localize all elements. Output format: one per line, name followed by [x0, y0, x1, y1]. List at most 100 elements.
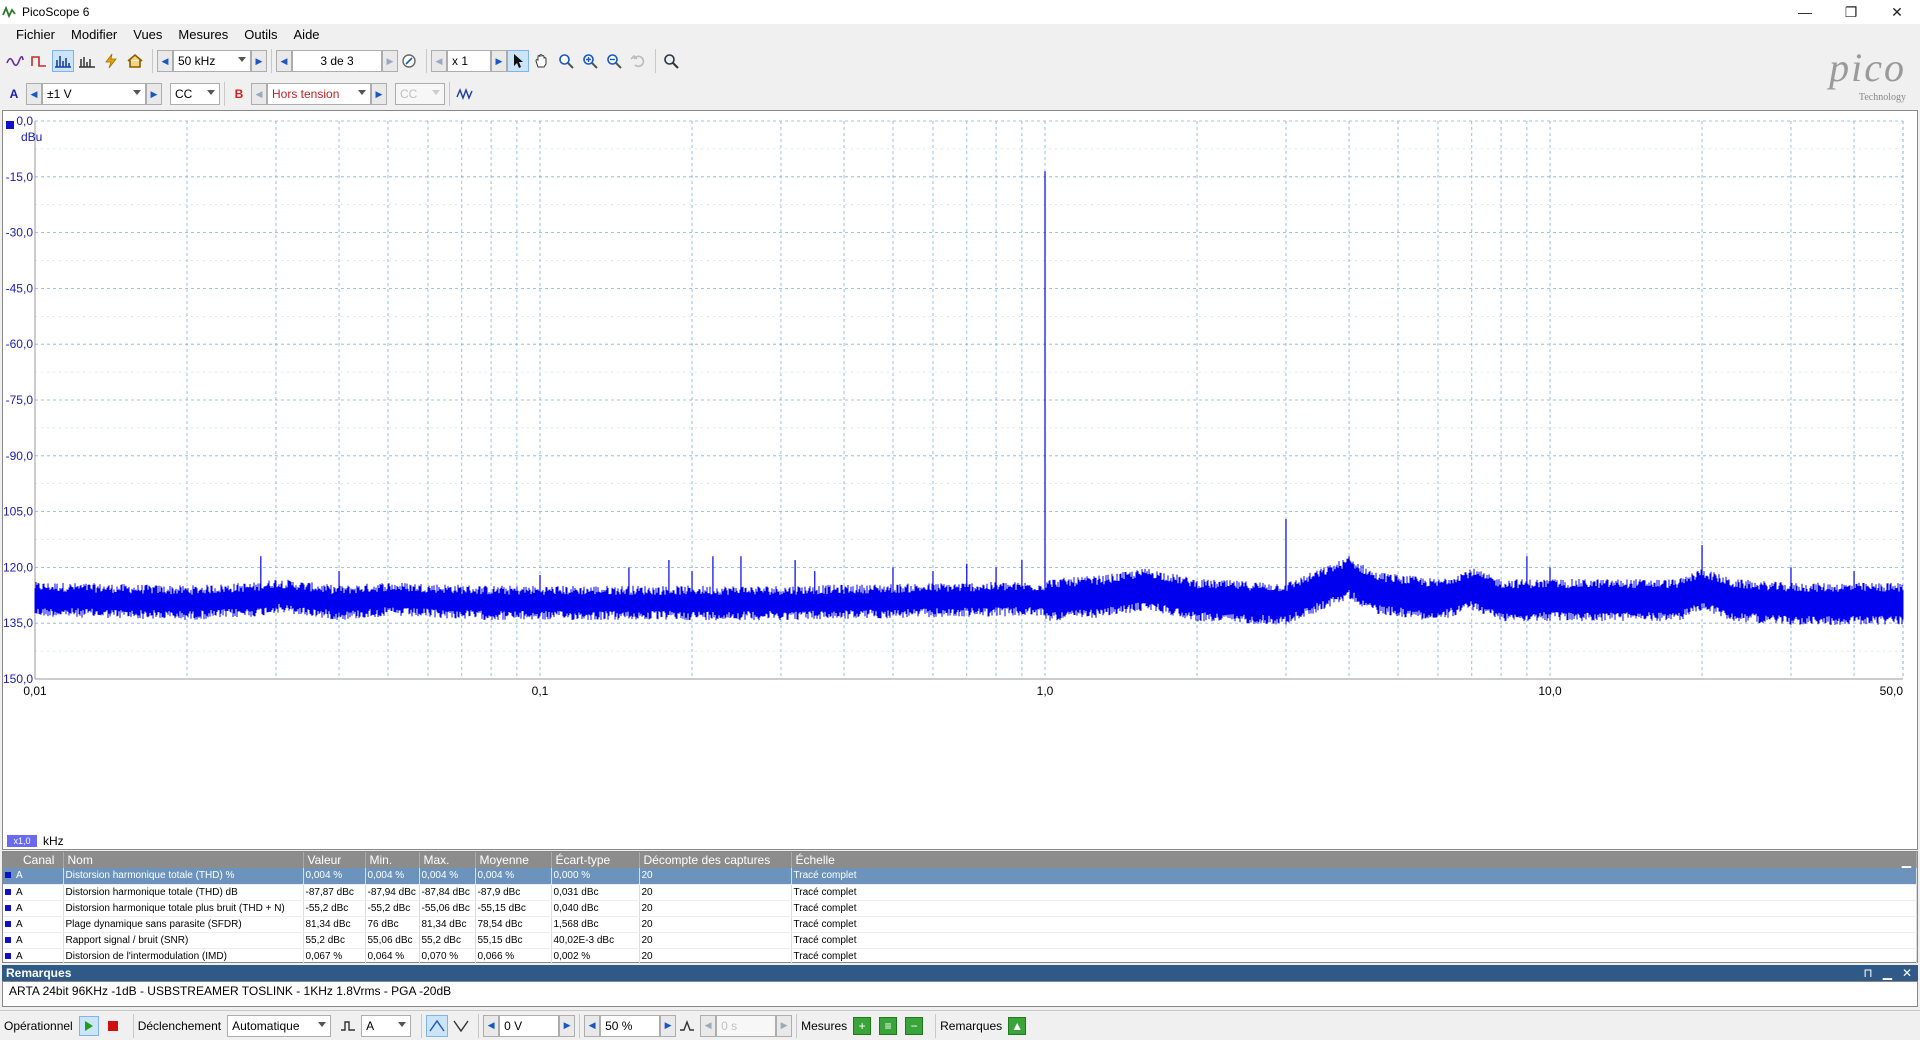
pointer-tool-icon[interactable] [507, 50, 529, 72]
zoom-overview-icon[interactable] [660, 50, 682, 72]
channel-b-range-prev-button[interactable]: ◀ [251, 83, 267, 105]
measures-label: Mesures [801, 1018, 848, 1033]
col-header-min[interactable]: Min. [365, 852, 420, 868]
close-button[interactable]: ✕ [1874, 0, 1920, 24]
falling-edge-icon[interactable] [450, 1015, 472, 1037]
col-header-moyenne[interactable]: Moyenne [475, 852, 552, 868]
table-cell: -55,2 dBc [365, 900, 420, 917]
table-cell: Plage dynamique sans parasite (SFDR) [63, 916, 304, 933]
channel-options-icon[interactable] [454, 83, 476, 105]
zoom-next-button[interactable]: ▶ [491, 50, 507, 72]
delay-next-button[interactable]: ▶ [776, 1014, 793, 1037]
buffer-navigator-icon[interactable] [398, 50, 420, 72]
undo-zoom-icon[interactable] [627, 50, 649, 72]
toolbar-separator [271, 49, 272, 73]
table-row[interactable]: A Plage dynamique sans parasite (SFDR) 81,… [3, 916, 1917, 933]
table-cell: A [3, 916, 64, 933]
col-header-decompte[interactable]: Décompte des captures [639, 852, 792, 868]
restore-button[interactable]: ❐ [1828, 0, 1874, 24]
trigger-mode-select[interactable]: Automatique [227, 1014, 332, 1037]
col-header-ecart-type[interactable]: Écart-type [551, 852, 640, 868]
stop-button[interactable] [103, 1016, 123, 1036]
measurements-table[interactable]: Canal Nom Valeur Min. Max. Moyenne Écart… [2, 851, 1918, 965]
trigger-level-next-button[interactable]: ▶ [559, 1014, 576, 1037]
channel-b-range-select[interactable]: Hors tension [267, 83, 371, 105]
channel-a-range-select[interactable]: ±1 V [42, 83, 146, 105]
zoom-out-icon[interactable] [603, 50, 625, 72]
rising-edge-icon[interactable] [426, 1014, 449, 1037]
table-row[interactable]: A Distorsion de l'intermodulation (IMD) 0,… [3, 948, 1917, 965]
delay-field[interactable]: 0 s [716, 1014, 777, 1037]
table-cell: 0,064 % [365, 948, 420, 965]
table-row[interactable]: A Distorsion harmonique totale plus bruit… [3, 900, 1917, 917]
capture-prev-button[interactable]: ◀ [276, 50, 292, 72]
post-trigger-delay-icon[interactable] [676, 1015, 698, 1037]
minimize-button[interactable]: — [1782, 0, 1828, 24]
channel-a-coupling-select[interactable]: CC [170, 83, 220, 105]
scope-mode-icon[interactable] [4, 50, 26, 72]
col-header-max[interactable]: Max. [419, 852, 476, 868]
pretrigger-prev-button[interactable]: ◀ [584, 1014, 601, 1037]
remarks-minimize-icon[interactable]: ▁ [1883, 966, 1892, 980]
pretrigger-field[interactable]: 50 % [600, 1014, 661, 1037]
menu-modifier[interactable]: Modifier [63, 27, 125, 42]
auto-setup-icon[interactable] [100, 50, 122, 72]
delay-prev-button[interactable]: ◀ [700, 1014, 717, 1037]
col-header-canal[interactable]: Canal [3, 852, 64, 868]
timebase-select[interactable]: 50 kHz [173, 50, 251, 72]
start-button[interactable] [78, 1015, 99, 1036]
zoom-in-icon[interactable] [579, 50, 601, 72]
channel-a-range-next-button[interactable]: ▶ [146, 83, 162, 105]
table-collapse-icon[interactable]: ▁ [1902, 854, 1911, 868]
spectrum-plot[interactable]: 0,0 -15,0 -30,0 -45,0 -60,0 -75,0 -90,0 -105,0 -… [2, 110, 1918, 850]
table-row[interactable]: A Distorsion harmonique totale (THD) dB -8… [3, 884, 1917, 901]
menu-vues[interactable]: Vues [125, 27, 170, 42]
capture-index-field[interactable]: 3 de 3 [292, 50, 382, 72]
channel-a-marker[interactable] [6, 121, 14, 129]
zoom-factor-field[interactable]: x 1 [447, 50, 491, 72]
pretrigger-next-button[interactable]: ▶ [660, 1014, 677, 1037]
col-header-echelle[interactable]: Échelle [791, 852, 1917, 868]
trigger-channel-value: A [366, 1018, 375, 1033]
hand-tool-icon[interactable] [531, 50, 553, 72]
trigger-level-prev-button[interactable]: ◀ [483, 1014, 500, 1037]
zoom-tool-icon[interactable] [555, 50, 577, 72]
col-header-valeur[interactable]: Valeur [303, 852, 366, 868]
menu-outils[interactable]: Outils [236, 27, 285, 42]
edit-measure-icon[interactable]: ≡ [879, 1016, 898, 1035]
menu-mesures[interactable]: Mesures [170, 27, 236, 42]
remarks-header: Remarques ⊓ ▁ ✕ [2, 965, 1918, 981]
menu-aide[interactable]: Aide [286, 27, 328, 42]
col-header-nom[interactable]: Nom [63, 852, 304, 868]
table-row[interactable]: A Rapport signal / bruit (SNR) 55,2 dBc 55,… [3, 932, 1917, 949]
menu-fichier[interactable]: Fichier [8, 27, 63, 42]
delete-measure-icon[interactable]: − [905, 1016, 924, 1035]
zoom-prev-button[interactable]: ◀ [431, 50, 447, 72]
show-remarks-icon[interactable]: ▲ [1008, 1016, 1027, 1035]
table-cell: Distorsion harmonique totale (THD) dB [63, 884, 304, 901]
home-icon[interactable] [124, 50, 146, 72]
table-cell: 0,066 % [475, 948, 552, 965]
remarks-pin-icon[interactable]: ⊓ [1863, 966, 1872, 980]
spectrum-chart[interactable]: 0,0 -15,0 -30,0 -45,0 -60,0 -75,0 -90,0 -105,0 -… [3, 111, 1917, 849]
persistence-mode-icon[interactable] [28, 50, 50, 72]
remarks-textbox[interactable]: ARTA 24bit 96KHz -1dB - USBSTREAMER TOSL… [2, 981, 1918, 1007]
channel-a-range-prev-button[interactable]: ◀ [26, 83, 42, 105]
channel-b-range-next-button[interactable]: ▶ [371, 83, 387, 105]
remarks-close-icon[interactable]: ✕ [1902, 966, 1912, 980]
table-cell: 0,002 % [551, 948, 640, 965]
capture-next-button[interactable]: ▶ [382, 50, 398, 72]
channel-a-button[interactable]: A [4, 83, 24, 105]
spectrum-view-icon[interactable] [76, 50, 98, 72]
advanced-trigger-icon[interactable] [337, 1015, 359, 1037]
table-cell: 0,004 % [303, 868, 366, 885]
trigger-channel-select[interactable]: A [361, 1014, 412, 1037]
table-row[interactable]: A Distorsion harmonique totale (THD) % 0,0… [3, 868, 1917, 885]
timebase-next-button[interactable]: ▶ [251, 50, 267, 72]
trigger-level-field[interactable]: 0 V [499, 1014, 560, 1037]
channel-b-button[interactable]: B [229, 83, 249, 105]
spectrum-mode-icon[interactable] [52, 50, 74, 72]
channel-b-coupling-select[interactable]: CC [395, 83, 445, 105]
add-measure-icon[interactable]: + [853, 1016, 872, 1035]
timebase-prev-button[interactable]: ◀ [157, 50, 173, 72]
